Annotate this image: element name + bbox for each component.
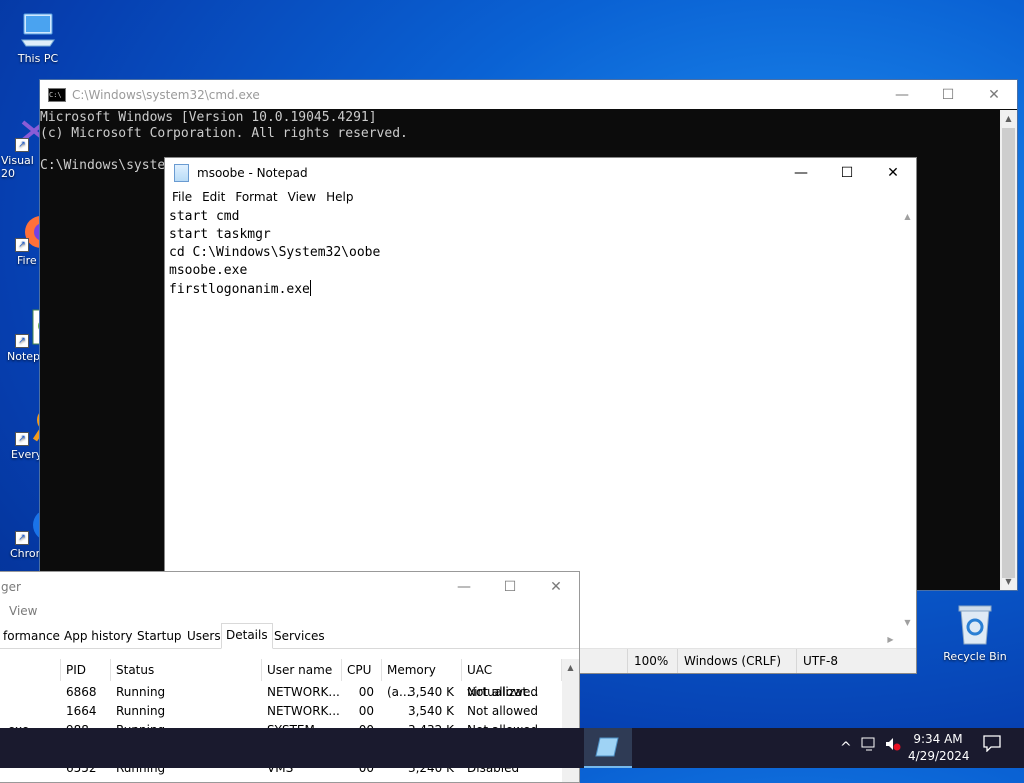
task-manager-titlebar[interactable]: ger — ☐ ✕: [0, 572, 579, 601]
row-name: [0, 683, 61, 702]
volume-muted-icon[interactable]: [884, 728, 902, 768]
column-name[interactable]: [0, 659, 61, 681]
recycle-bin-label: Recycle Bin: [943, 650, 1007, 663]
menu-view[interactable]: View: [283, 190, 321, 204]
computer-icon: [18, 10, 58, 50]
task-manager-title: ger: [1, 579, 21, 594]
row-status: Running: [116, 685, 166, 699]
show-hidden-icons-chevron-icon[interactable]: ^: [840, 728, 852, 768]
scroll-up-icon[interactable]: ▲: [562, 659, 579, 676]
column-status[interactable]: Status: [111, 659, 262, 681]
desktop-icon-label: This PC: [17, 52, 59, 65]
text-line: msoobe.exe: [169, 263, 248, 278]
minimize-button[interactable]: —: [879, 80, 925, 109]
cmd-vertical-scrollbar[interactable]: ▲ ▼: [1000, 110, 1017, 590]
row-user: NETWORK...: [267, 704, 340, 718]
close-button[interactable]: ✕: [971, 80, 1017, 109]
task-manager-tabs: formance App history Startup Users Detai…: [0, 623, 579, 649]
scroll-up-icon[interactable]: ▲: [1000, 110, 1017, 127]
column-pid[interactable]: PID: [61, 659, 111, 681]
desktop-icon-this-pc[interactable]: This PC: [0, 10, 76, 65]
cmd-titlebar[interactable]: C:\ C:\Windows\system32\cmd.exe — ☐ ✕: [40, 80, 1017, 109]
shortcut-arrow-icon: ↗: [15, 531, 29, 545]
scroll-down-icon[interactable]: ▼: [1000, 573, 1017, 590]
clock-date: 4/29/2024: [908, 749, 970, 763]
table-row[interactable]: 1664 Running NETWORK... 00 3,540 K Not allowe…: [0, 702, 579, 721]
maximize-button[interactable]: ☐: [487, 572, 533, 601]
notepad-menubar: File Edit Format View Help: [165, 187, 916, 207]
text-caret: [309, 280, 311, 296]
scroll-up-icon[interactable]: ▲: [899, 208, 916, 225]
text-line: start taskmgr: [169, 227, 271, 242]
row-name: [0, 702, 61, 721]
close-button[interactable]: ✕: [533, 572, 579, 601]
details-table-header: PID Status User name CPU Memory (a... UA…: [0, 659, 579, 699]
text-line: cd C:\Windows\System32\oobe: [169, 245, 381, 260]
scroll-right-icon[interactable]: ▶: [882, 631, 899, 648]
tab-startup[interactable]: Startup: [133, 626, 186, 646]
row-pid: 6868: [66, 685, 97, 699]
scroll-thumb[interactable]: [1002, 128, 1015, 578]
menu-file[interactable]: File: [167, 190, 197, 204]
row-cpu: 00: [358, 685, 374, 699]
text-line: start cmd: [169, 209, 240, 224]
cmd-icon: C:\: [48, 87, 66, 102]
notepad-vertical-scrollbar[interactable]: ▲ ▼: [899, 208, 916, 631]
desktop-icon-recycle-bin[interactable]: Recycle Bin: [938, 602, 1012, 663]
tab-details[interactable]: Details: [221, 623, 273, 649]
notepad-title: msoobe - Notepad: [197, 165, 308, 180]
notepad-text-area[interactable]: start cmd start taskmgr cd C:\Windows\Syst…: [165, 208, 899, 631]
menu-edit[interactable]: Edit: [197, 190, 230, 204]
notepad-icon: [174, 163, 189, 182]
console-line: Microsoft Windows [Version 10.0.19045.42…: [40, 110, 377, 125]
cmd-title: C:\Windows\system32\cmd.exe: [72, 87, 260, 102]
tab-services[interactable]: Services: [270, 626, 329, 646]
row-memory: 3,540 K: [407, 685, 454, 699]
task-manager-menu-view[interactable]: View: [0, 601, 579, 621]
shortcut-arrow-icon: ↗: [15, 138, 29, 152]
notepad-icon: [595, 737, 619, 757]
column-memory[interactable]: Memory (a...: [382, 659, 462, 699]
shortcut-arrow-icon: ↗: [15, 334, 29, 348]
status-encoding: UTF-8: [796, 649, 913, 673]
status-zoom: 100%: [627, 649, 674, 673]
column-user-name[interactable]: User name: [262, 659, 342, 681]
tab-users[interactable]: Users: [183, 626, 225, 646]
taskbar-clock[interactable]: 9:34 AM 4/29/2024: [908, 731, 970, 765]
row-cpu: 00: [358, 704, 374, 718]
recycle-bin-icon: [955, 602, 995, 646]
maximize-button[interactable]: ☐: [925, 80, 971, 109]
close-button[interactable]: ✕: [870, 158, 916, 187]
clock-time: 9:34 AM: [913, 732, 963, 746]
column-cpu[interactable]: CPU: [342, 659, 382, 681]
maximize-button[interactable]: ☐: [824, 158, 870, 187]
row-user: NETWORK...: [267, 685, 340, 699]
column-uac-virtualization[interactable]: UAC virtualizat...: [462, 659, 562, 699]
row-memory: 3,540 K: [407, 704, 454, 718]
row-status: Running: [116, 704, 166, 718]
table-row[interactable]: 6868 Running NETWORK... 00 3,540 K Not allowe…: [0, 683, 579, 702]
status-line-ending: Windows (CRLF): [677, 649, 792, 673]
notifications-icon[interactable]: [982, 728, 1002, 768]
row-uac: Not allowed: [467, 685, 539, 699]
shortcut-arrow-icon: ↗: [15, 432, 29, 446]
network-icon[interactable]: [861, 728, 879, 768]
row-pid: 1664: [66, 704, 97, 718]
minimize-button[interactable]: —: [441, 572, 487, 601]
taskbar-notepad-button[interactable]: [584, 728, 632, 768]
minimize-button[interactable]: —: [778, 158, 824, 187]
notepad-titlebar[interactable]: msoobe - Notepad — ☐ ✕: [165, 158, 916, 187]
console-line: (c) Microsoft Corporation. All rights re…: [40, 126, 408, 141]
row-uac: Not allowed: [467, 704, 539, 718]
menu-format[interactable]: Format: [230, 190, 282, 204]
text-line: firstlogonanim.exe: [169, 282, 310, 297]
taskbar: ^ 9:34 AM 4/29/2024: [0, 728, 1024, 768]
tab-performance[interactable]: formance: [0, 626, 64, 646]
tab-app-history[interactable]: App history: [60, 626, 137, 646]
menu-help[interactable]: Help: [321, 190, 358, 204]
scroll-down-icon[interactable]: ▼: [899, 614, 916, 631]
shortcut-arrow-icon: ↗: [15, 238, 29, 252]
